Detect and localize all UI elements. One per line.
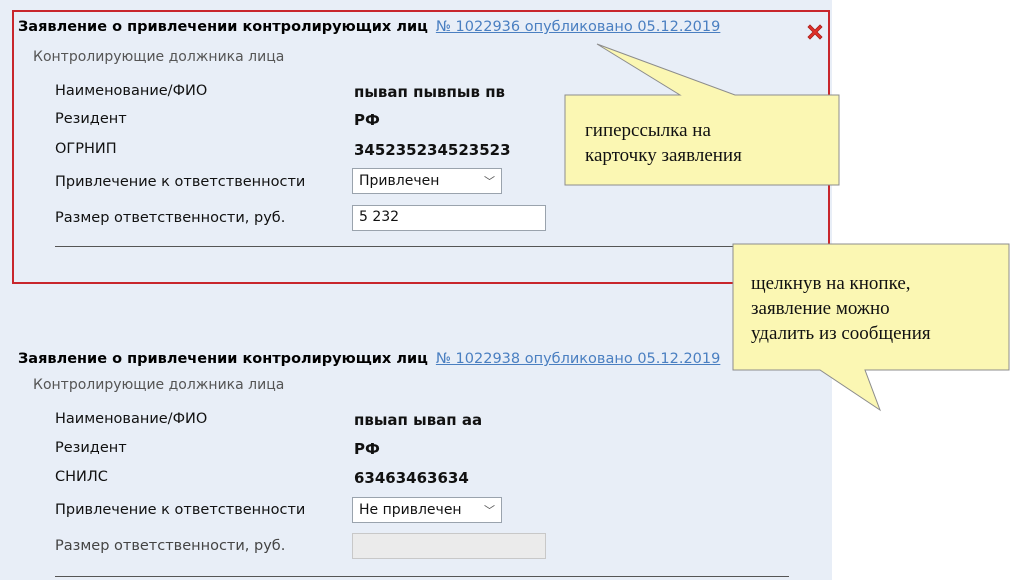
callout-delete-note: щелкнув на кнопке, заявление можно удали… (751, 271, 931, 346)
callout-delete-line-3: удалить из сообщения (751, 323, 931, 344)
callout-delete-line-2: заявление можно (751, 298, 890, 319)
callout-link-note: гиперссылка на карточку заявления (585, 118, 742, 168)
callout-link-line-1: гиперссылка на (585, 120, 711, 141)
callout-link-line-2: карточку заявления (585, 145, 742, 166)
callout-delete-line-1: щелкнув на кнопке, (751, 273, 911, 294)
